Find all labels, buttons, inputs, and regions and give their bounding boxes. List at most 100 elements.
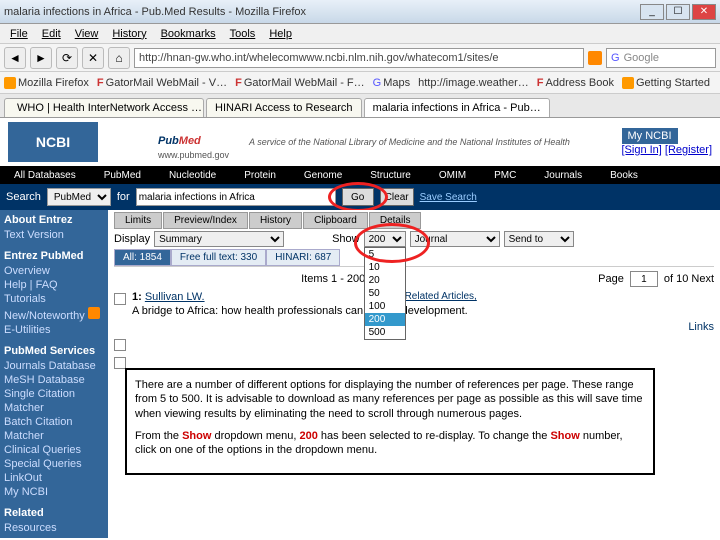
bookmark-item[interactable]: Getting Started: [622, 77, 710, 89]
menu-tools[interactable]: Tools: [224, 26, 262, 42]
filter-all[interactable]: All: 1854: [114, 249, 171, 266]
db-link[interactable]: PubMed: [90, 170, 155, 181]
db-link[interactable]: Genome: [290, 170, 356, 181]
bookmark-item[interactable]: FGatorMail WebMail - F…: [235, 77, 365, 89]
sidebar-item[interactable]: Tutorials: [4, 292, 104, 306]
display-label: Display: [114, 233, 150, 245]
db-link[interactable]: Nucleotide: [155, 170, 230, 181]
bookmark-item[interactable]: Mozilla Firefox: [4, 77, 89, 89]
menu-help[interactable]: Help: [263, 26, 298, 42]
ncbi-logo[interactable]: NCBI: [8, 122, 98, 162]
dropdown-option[interactable]: 50: [365, 287, 405, 300]
sidebar-item[interactable]: Matcher: [4, 429, 104, 443]
menu-edit[interactable]: Edit: [36, 26, 67, 42]
results-tabs: Limits Preview/Index History Clipboard D…: [114, 212, 714, 229]
dropdown-option[interactable]: 10: [365, 261, 405, 274]
sidebar-item[interactable]: Overview: [4, 264, 104, 278]
sort-select[interactable]: Journal: [410, 231, 500, 247]
browser-tab[interactable]: WHO | Health InterNetwork Access …: [4, 98, 204, 117]
home-button[interactable]: ⌂: [108, 47, 130, 69]
result-checkbox[interactable]: [114, 293, 126, 305]
sidebar-item[interactable]: MeSH Database: [4, 373, 104, 387]
sidebar-item[interactable]: Special Queries: [4, 457, 104, 471]
dropdown-option[interactable]: 500: [365, 326, 405, 339]
sidebar: About Entrez Text Version Entrez PubMed …: [0, 210, 108, 538]
menu-file[interactable]: File: [4, 26, 34, 42]
sidebar-item[interactable]: New/Noteworthy: [4, 306, 104, 323]
tab-clipboard[interactable]: Clipboard: [303, 212, 368, 229]
rss-icon: [88, 307, 100, 319]
page-input[interactable]: [630, 271, 658, 287]
bookmark-item[interactable]: http://image.weather…: [418, 77, 529, 89]
links-text[interactable]: Links: [688, 321, 714, 333]
db-select[interactable]: PubMed: [47, 188, 111, 206]
search-input[interactable]: [136, 188, 336, 206]
db-link[interactable]: Structure: [356, 170, 425, 181]
result-checkbox[interactable]: [114, 339, 126, 351]
save-search-link[interactable]: Save Search: [420, 192, 477, 203]
tab-preview[interactable]: Preview/Index: [163, 212, 248, 229]
back-button[interactable]: ◄: [4, 47, 26, 69]
sidebar-item[interactable]: Help | FAQ: [4, 278, 104, 292]
sidebar-item[interactable]: Matcher: [4, 401, 104, 415]
maximize-button[interactable]: ☐: [666, 4, 690, 20]
db-link[interactable]: Books: [596, 170, 652, 181]
sendto-select[interactable]: Send to: [504, 231, 574, 247]
db-link[interactable]: Journals: [530, 170, 596, 181]
reload-button[interactable]: ⟳: [56, 47, 78, 69]
browser-search[interactable]: GGoogle: [606, 48, 716, 68]
db-link[interactable]: PMC: [480, 170, 530, 181]
dropdown-option-selected[interactable]: 200: [365, 313, 405, 326]
filter-free[interactable]: Free full text: 330: [171, 249, 266, 266]
sidebar-item[interactable]: Clinical Queries: [4, 443, 104, 457]
bookmark-item[interactable]: FAddress Book: [537, 77, 614, 89]
browser-tab[interactable]: HINARI Access to Research: [206, 98, 362, 117]
menu-bookmarks[interactable]: Bookmarks: [155, 26, 222, 42]
signin-link[interactable]: [Sign In]: [622, 144, 662, 156]
sidebar-item[interactable]: Text Version: [4, 228, 104, 242]
filter-hinari[interactable]: HINARI: 687: [266, 249, 340, 266]
rss-icon[interactable]: [588, 51, 602, 65]
url-bar[interactable]: http://hnan-gw.who.int/whelecomwww.ncbi.…: [134, 48, 584, 68]
sidebar-item[interactable]: Batch Citation: [4, 415, 104, 429]
nav-toolbar: ◄ ► ⟳ ✕ ⌂ http://hnan-gw.who.int/wheleco…: [0, 44, 720, 72]
dropdown-option[interactable]: 5: [365, 248, 405, 261]
related-link[interactable]: Related Articles,: [405, 291, 477, 302]
minimize-button[interactable]: _: [640, 4, 664, 20]
menu-history[interactable]: History: [106, 26, 152, 42]
page-content: NCBI PubMedwww.pubmed.gov A service of t…: [0, 118, 720, 538]
browser-tab-active[interactable]: malaria infections in Africa - Pub…: [364, 98, 550, 117]
sidebar-item[interactable]: My NCBI: [4, 485, 104, 499]
tab-details[interactable]: Details: [369, 212, 422, 229]
rss-icon: [622, 77, 634, 89]
sidebar-item[interactable]: E-Utilities: [4, 323, 104, 337]
clear-button[interactable]: Clear: [380, 188, 414, 206]
result-entry: 1: Sullivan LW. Related Articles, A brid…: [114, 291, 714, 317]
db-link[interactable]: All Databases: [0, 170, 90, 181]
sidebar-item[interactable]: Single Citation: [4, 387, 104, 401]
db-link[interactable]: OMIM: [425, 170, 480, 181]
go-button[interactable]: Go: [342, 188, 374, 206]
tab-limits[interactable]: Limits: [114, 212, 162, 229]
myncbi-link[interactable]: My NCBI: [622, 128, 678, 144]
tutorial-callout: There are a number of different options …: [125, 368, 655, 475]
sidebar-item[interactable]: Journals Database: [4, 359, 104, 373]
sidebar-item[interactable]: LinkOut: [4, 471, 104, 485]
bookmark-item[interactable]: FGatorMail WebMail - V…: [97, 77, 227, 89]
menu-view[interactable]: View: [69, 26, 105, 42]
bookmark-item[interactable]: GMaps: [373, 77, 410, 89]
close-button[interactable]: ✕: [692, 4, 716, 20]
show-select[interactable]: 200: [364, 231, 406, 247]
result-author[interactable]: Sullivan LW.: [145, 291, 205, 303]
dropdown-option[interactable]: 100: [365, 300, 405, 313]
sidebar-heading: Entrez PubMed: [4, 250, 104, 262]
forward-button[interactable]: ►: [30, 47, 52, 69]
pubmed-logo[interactable]: PubMedwww.pubmed.gov: [158, 124, 229, 160]
display-select[interactable]: Summary: [154, 231, 284, 247]
sidebar-item[interactable]: Resources: [4, 521, 104, 535]
tab-history[interactable]: History: [249, 212, 302, 229]
dropdown-option[interactable]: 20: [365, 274, 405, 287]
db-link[interactable]: Protein: [230, 170, 290, 181]
register-link[interactable]: [Register]: [665, 144, 712, 156]
stop-button[interactable]: ✕: [82, 47, 104, 69]
